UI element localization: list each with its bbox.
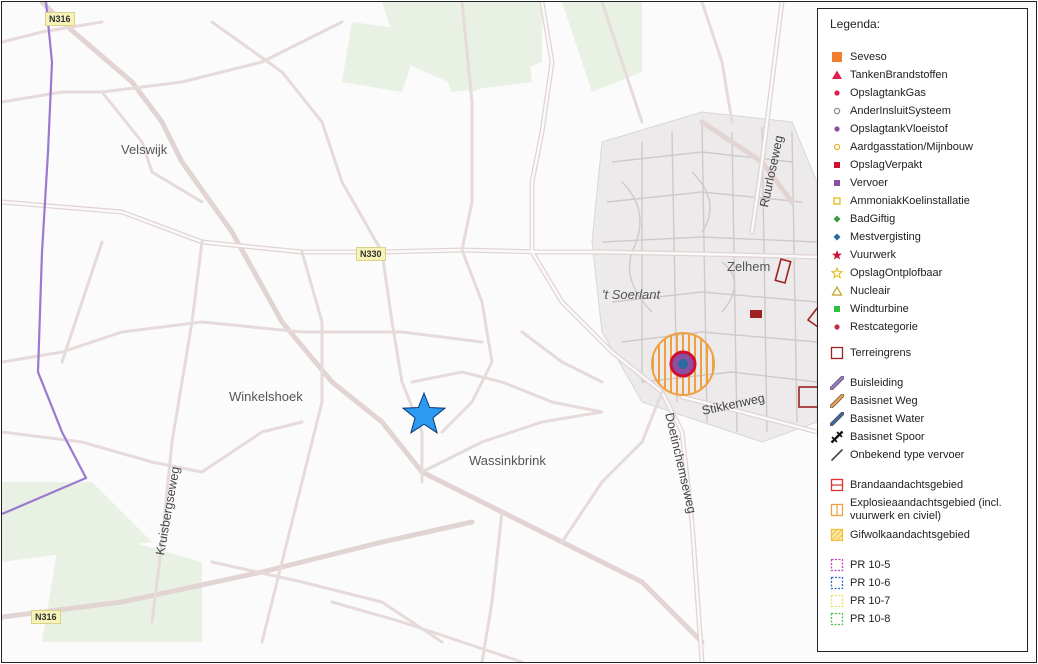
- road-shield-n316-bottom: N316: [31, 610, 61, 624]
- legend-symbol-icon: [830, 140, 844, 154]
- legend-symbol-icon: [830, 576, 844, 590]
- legend-symbol-icon: [830, 68, 844, 82]
- legend-symbol-icon: [830, 122, 844, 136]
- legend-item: Basisnet Water: [830, 410, 1017, 428]
- legend-label: PR 10-7: [850, 594, 891, 607]
- legend-label: Aardgasstation/Mijnbouw: [850, 140, 973, 153]
- legend-body: Seveso TankenBrandstoffen OpslagtankGas And…: [830, 48, 1017, 628]
- legend-item: Aardgasstation/Mijnbouw: [830, 138, 1017, 156]
- legend-item: Windturbine: [830, 300, 1017, 318]
- legend-label: Seveso: [850, 50, 887, 63]
- legend-item: Restcategorie: [830, 318, 1017, 336]
- legend-item: PR 10-8: [830, 610, 1017, 628]
- legend-title: Legenda:: [830, 17, 881, 31]
- legend-item: Vervoer: [830, 174, 1017, 192]
- legend-item: AmmoniakKoelinstallatie: [830, 192, 1017, 210]
- legend-item: OpslagVerpakt: [830, 156, 1017, 174]
- legend-symbol-icon: [830, 478, 844, 492]
- legend-symbol-icon: [830, 212, 844, 226]
- legend-label: TankenBrandstoffen: [850, 68, 948, 81]
- legend-symbol-icon: [830, 503, 844, 517]
- map-legend: Legenda: Seveso TankenBrandstoffen Opslagt…: [817, 8, 1028, 652]
- legend-symbol-icon: [830, 86, 844, 100]
- legend-item: Terreingrens: [830, 344, 1017, 362]
- legend-label: Gifwolkaandachtsgebied: [850, 528, 970, 541]
- legend-item: BadGiftig: [830, 210, 1017, 228]
- legend-symbol-icon: [830, 412, 844, 426]
- legend-label: Basisnet Weg: [850, 394, 918, 407]
- legend-symbol-icon: [830, 248, 844, 262]
- legend-symbol-icon: [830, 430, 844, 444]
- legend-label: Explosieaandachtsgebied (incl. vuurwerk …: [850, 497, 1002, 522]
- legend-symbol-icon: [830, 528, 844, 542]
- legend-item: TankenBrandstoffen: [830, 66, 1017, 84]
- legend-item: Mestvergisting: [830, 228, 1017, 246]
- legend-item: OpslagOntplofbaar: [830, 264, 1017, 282]
- legend-symbol-icon: [830, 394, 844, 408]
- legend-symbol-icon: [830, 104, 844, 118]
- legend-label: Onbekend type vervoer: [850, 448, 965, 461]
- legend-symbol-icon: [830, 176, 844, 190]
- legend-label: OpslagVerpakt: [850, 158, 923, 171]
- legend-symbol-icon: [830, 230, 844, 244]
- legend-symbol-icon: [830, 558, 844, 572]
- legend-symbol-icon: [830, 284, 844, 298]
- legend-label: Terreingrens: [850, 346, 912, 359]
- legend-symbol-icon: [830, 612, 844, 626]
- legend-item: Brandaandachtsgebied: [830, 476, 1017, 494]
- legend-label: AnderInsluitSysteem: [850, 104, 951, 117]
- legend-item: OpslagtankGas: [830, 84, 1017, 102]
- legend-symbol-icon: [830, 320, 844, 334]
- legend-label: Brandaandachtsgebied: [850, 478, 964, 491]
- road-shield-n330: N330: [356, 247, 386, 261]
- legend-label: Nucleair: [850, 284, 891, 297]
- legend-label: Vuurwerk: [850, 248, 897, 261]
- legend-symbol-icon: [830, 50, 844, 64]
- legend-symbol-icon: [830, 376, 844, 390]
- legend-item: Basisnet Spoor: [830, 428, 1017, 446]
- legend-symbol-icon: [830, 302, 844, 316]
- legend-symbol-icon: [830, 448, 844, 462]
- legend-item: Onbekend type vervoer: [830, 446, 1017, 464]
- legend-label: OpslagOntplofbaar: [850, 266, 943, 279]
- legend-symbol-icon: [830, 346, 844, 360]
- legend-label: PR 10-8: [850, 612, 891, 625]
- legend-symbol-icon: [830, 194, 844, 208]
- legend-item: Seveso: [830, 48, 1017, 66]
- legend-label: Basisnet Water: [850, 412, 925, 425]
- legend-label: BadGiftig: [850, 212, 896, 225]
- legend-label: Mestvergisting: [850, 230, 921, 243]
- legend-symbol-icon: [830, 594, 844, 608]
- legend-item: Gifwolkaandachtsgebied: [830, 526, 1017, 544]
- legend-label: Basisnet Spoor: [850, 430, 925, 443]
- legend-item: Nucleair: [830, 282, 1017, 300]
- legend-item: PR 10-5: [830, 556, 1017, 574]
- legend-item: Vuurwerk: [830, 246, 1017, 264]
- legend-item: Buisleiding: [830, 374, 1017, 392]
- legend-item: PR 10-6: [830, 574, 1017, 592]
- legend-label: Restcategorie: [850, 320, 918, 333]
- legend-item: AnderInsluitSysteem: [830, 102, 1017, 120]
- road-shield-n316-top: N316: [45, 12, 75, 26]
- legend-label: Vervoer: [850, 176, 888, 189]
- legend-item: OpslagtankVloeistof: [830, 120, 1017, 138]
- legend-label: Windturbine: [850, 302, 909, 315]
- legend-label: OpslagtankVloeistof: [850, 122, 948, 135]
- legend-symbol-icon: [830, 266, 844, 280]
- legend-item: PR 10-7: [830, 592, 1017, 610]
- legend-label: PR 10-6: [850, 576, 891, 589]
- legend-item: Explosieaandachtsgebied (incl. vuurwerk …: [830, 494, 1017, 526]
- legend-label: Buisleiding: [850, 376, 904, 389]
- legend-label: PR 10-5: [850, 558, 891, 571]
- legend-symbol-icon: [830, 158, 844, 172]
- legend-label: AmmoniakKoelinstallatie: [850, 194, 970, 207]
- legend-label: OpslagtankGas: [850, 86, 926, 99]
- legend-item: Basisnet Weg: [830, 392, 1017, 410]
- site-boundary-fill: [750, 310, 762, 318]
